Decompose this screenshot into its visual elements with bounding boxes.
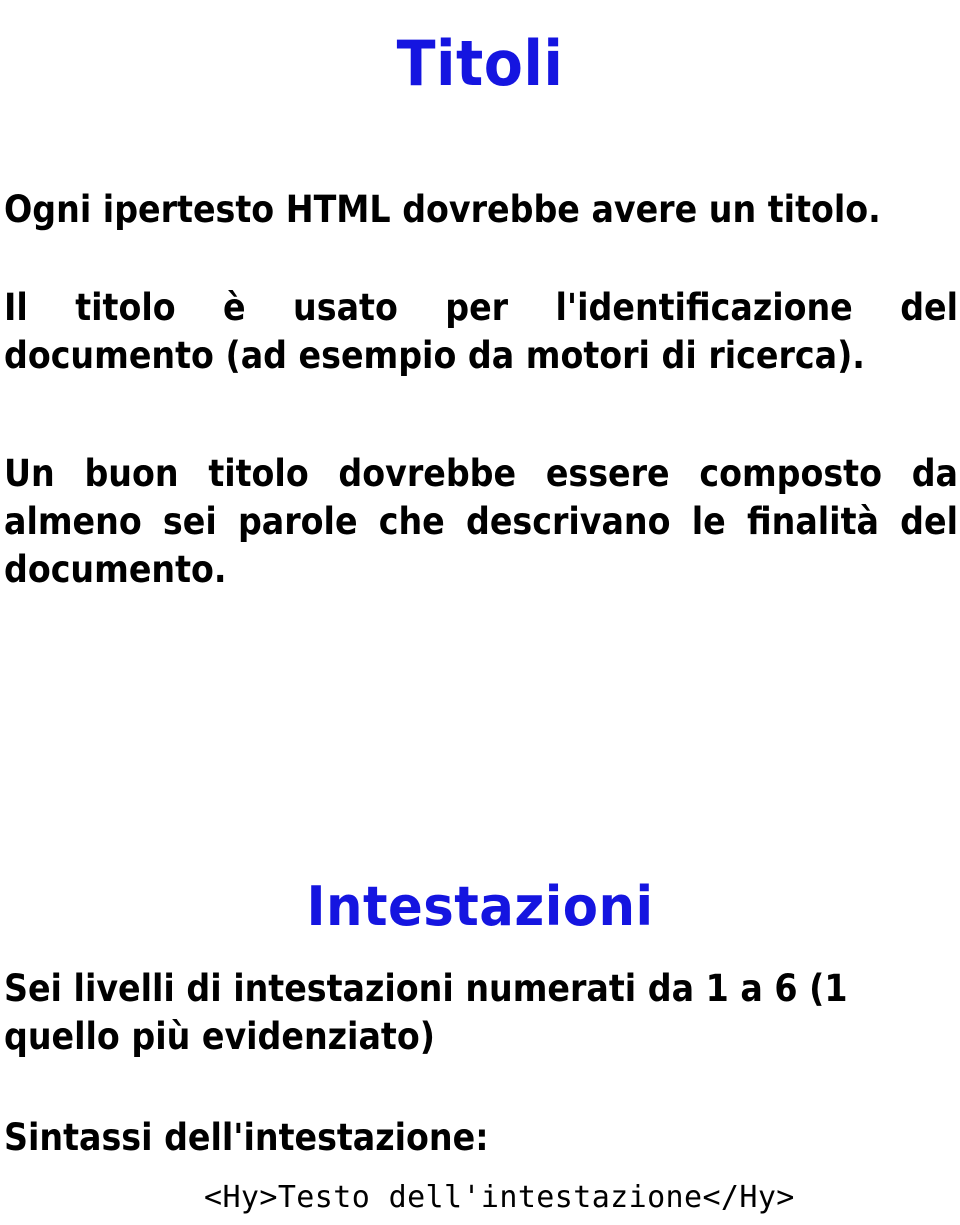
paragraph-syntax-label: Sintassi dell'intestazione:	[4, 1116, 489, 1159]
paragraph-title-usage: Il titolo è usato per l'identificazione …	[4, 286, 958, 377]
section-heading: Intestazioni	[306, 874, 654, 938]
paragraph-heading-levels: Sei livelli di intestazioni numerati da …	[4, 967, 848, 1058]
page-title: Titoli	[396, 26, 564, 100]
code-syntax-example: <Hy>Testo dell'intestazione</Hy>	[204, 1180, 795, 1215]
paragraph-good-title: Un buon titolo dovrebbe essere composto …	[4, 452, 958, 591]
paragraph-intro: Ogni ipertesto HTML dovrebbe avere un ti…	[4, 188, 881, 231]
document-page: Titoli Ogni ipertesto HTML dovrebbe aver…	[0, 0, 960, 1225]
